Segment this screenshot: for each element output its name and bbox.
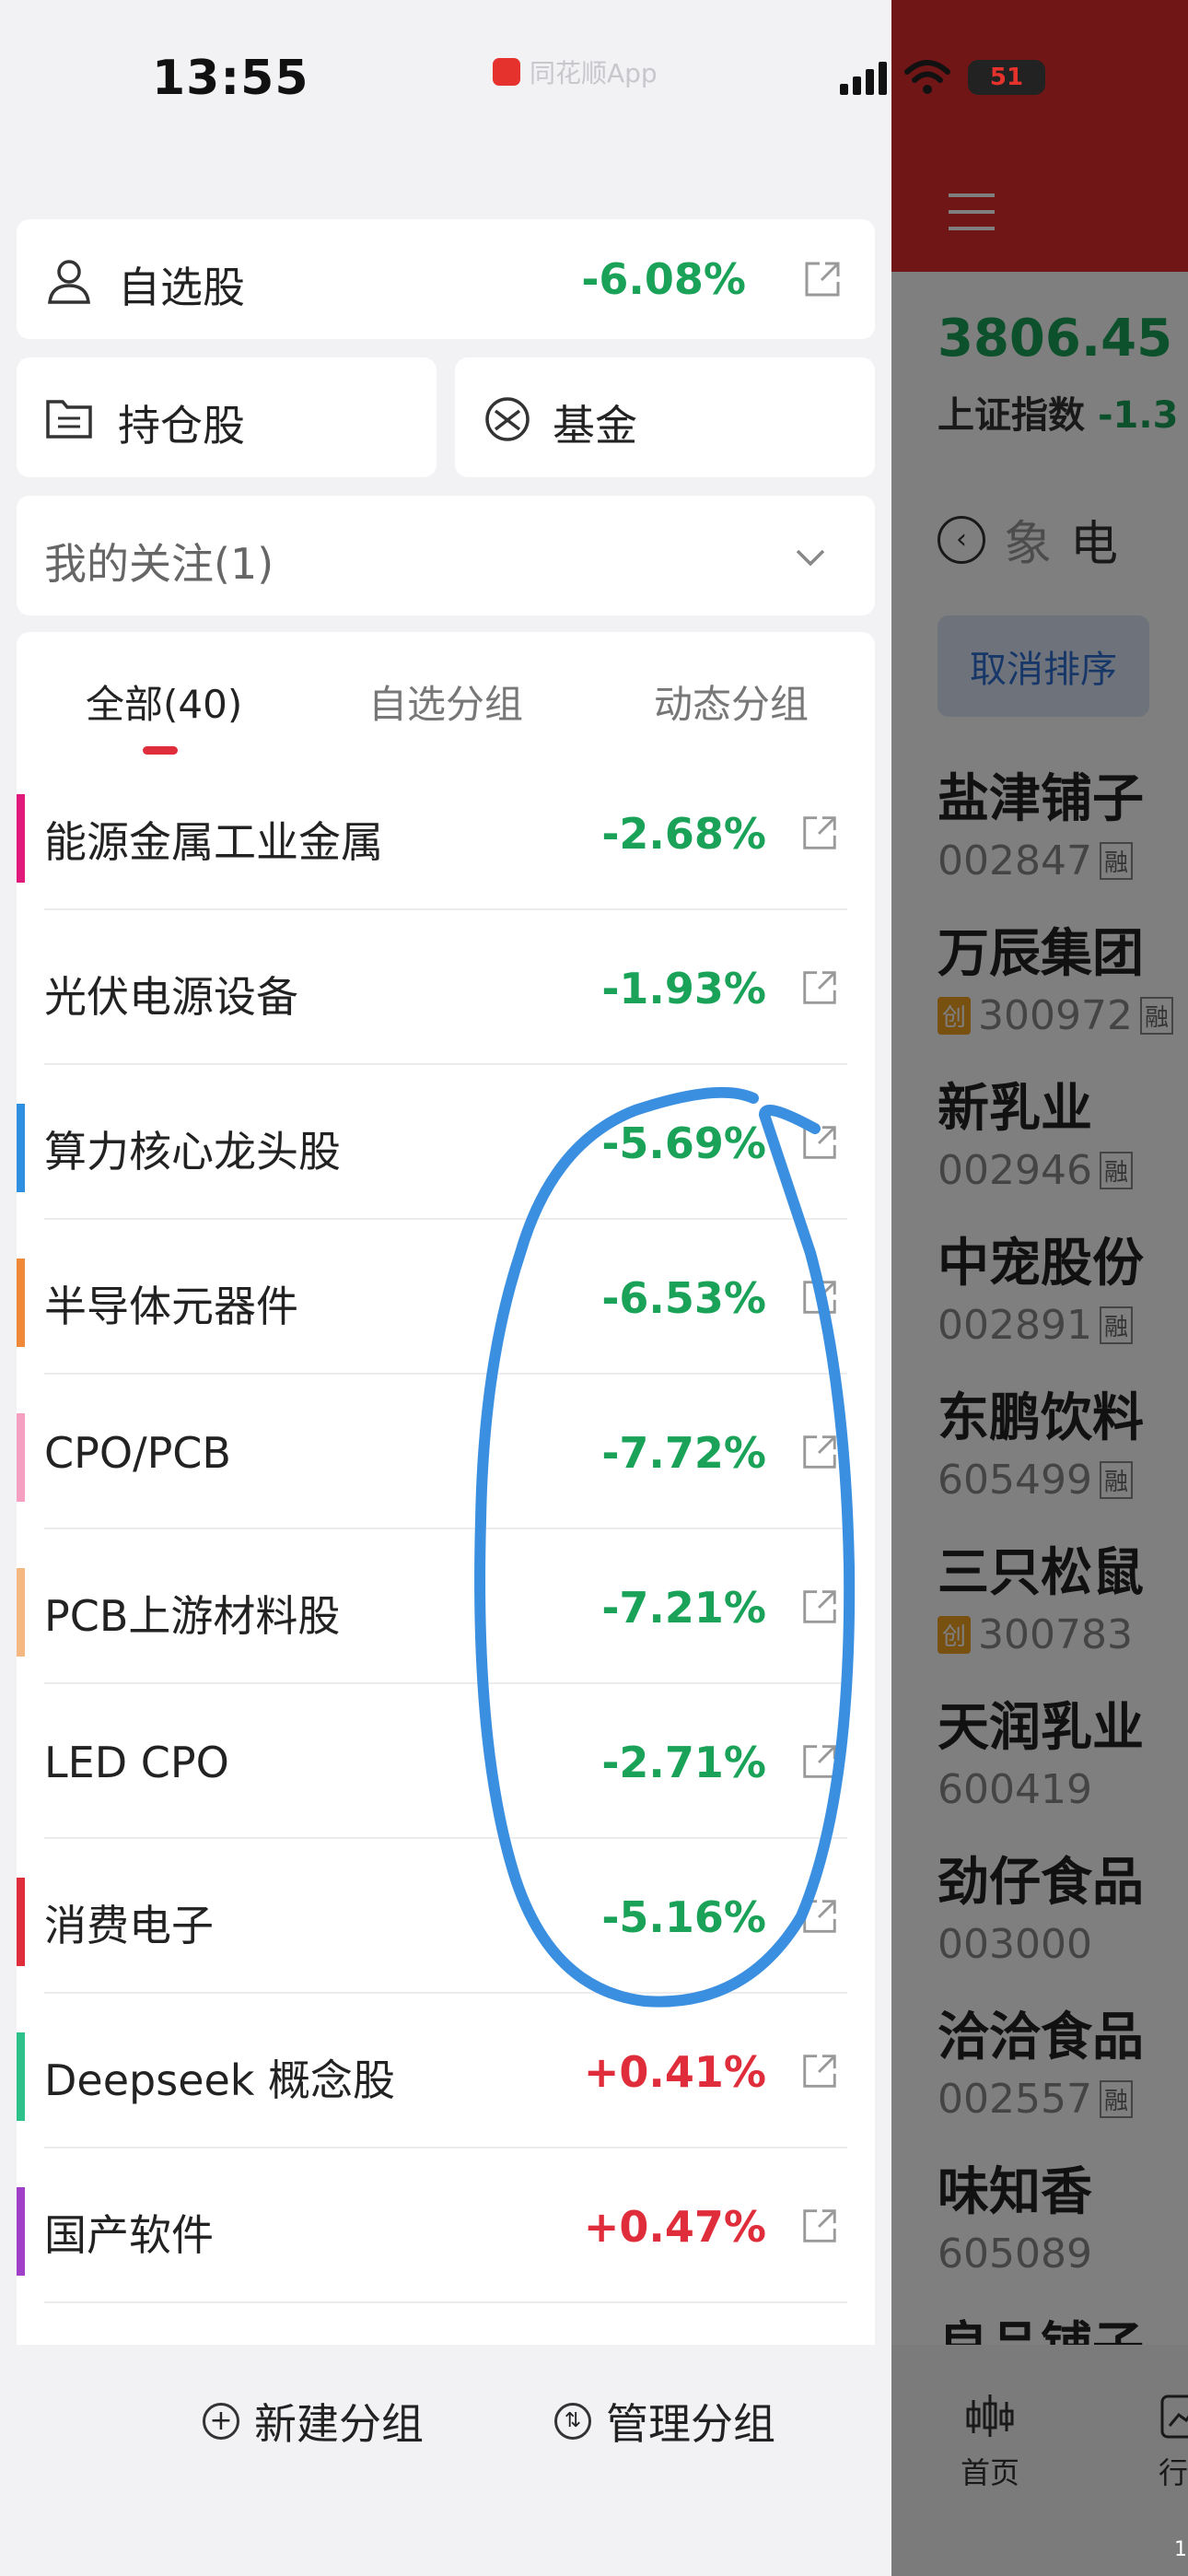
external-link-icon[interactable] (799, 2206, 840, 2246)
holdings-button[interactable]: 持仓股 (17, 357, 437, 477)
system-icons: 51 (840, 59, 1045, 96)
folder-icon (46, 400, 92, 439)
group-name: 算力核心龙头股 (44, 1127, 341, 1177)
holdings-label: 持仓股 (118, 401, 245, 451)
group-color-bar (17, 1878, 25, 1966)
active-tab-indicator (143, 746, 178, 755)
external-link-icon[interactable] (799, 2051, 840, 2091)
group-color-bar (17, 1723, 25, 1811)
group-color-bar (17, 1104, 25, 1192)
group-row[interactable]: 国产软件 +0.47% (17, 2149, 875, 2303)
group-row[interactable]: CPO/PCB -7.72% (17, 1375, 875, 1529)
external-link-icon[interactable] (801, 258, 844, 300)
group-color-bar (17, 1568, 25, 1657)
group-row[interactable]: LED CPO -2.71% (17, 1684, 875, 1839)
group-color-bar (17, 949, 25, 1037)
tab-all[interactable]: 全部(40) (86, 673, 242, 730)
my-follow-row[interactable]: 我的关注(1) (17, 496, 875, 615)
chevron-down-icon[interactable] (792, 540, 829, 573)
app-logo-icon (493, 58, 520, 86)
wifi-icon (904, 60, 950, 94)
return-to-app[interactable]: 同花顺App (493, 53, 658, 90)
group-change: -7.72% (601, 1428, 766, 1478)
manage-circle-icon: ⇅ (554, 2403, 591, 2440)
group-change: +0.41% (583, 2047, 766, 2097)
watchlist-row[interactable]: 自选股 -6.08% (17, 219, 875, 339)
group-change: -2.71% (601, 1738, 766, 1787)
group-name: 国产软件 (44, 2210, 214, 2260)
group-name: PCB上游材料股 (44, 1591, 341, 1641)
group-row[interactable]: 光伏电源设备 -1.93% (17, 910, 875, 1065)
external-link-icon[interactable] (799, 1277, 840, 1317)
row-divider (44, 2301, 847, 2303)
new-group-button[interactable]: + 新建分组 (203, 2391, 424, 2452)
group-row[interactable]: 消费电子 -5.16% (17, 1839, 875, 1994)
group-row[interactable]: 能源金属工业金属 -2.68% (17, 755, 875, 910)
group-change: -2.68% (601, 809, 766, 859)
group-row[interactable]: PCB上游材料股 -7.21% (17, 1529, 875, 1684)
group-name: 半导体元器件 (44, 1282, 298, 1331)
group-name: LED CPO (44, 1738, 229, 1787)
external-link-icon[interactable] (799, 1432, 840, 1472)
group-change: -6.53% (601, 1273, 766, 1323)
battery-icon: 51 (968, 60, 1045, 95)
external-link-icon[interactable] (799, 1122, 840, 1163)
group-row[interactable]: 半导体元器件 -6.53% (17, 1220, 875, 1375)
group-change: -7.21% (601, 1583, 766, 1633)
fund-button[interactable]: 基金 (455, 357, 875, 477)
group-name: 能源金属工业金属 (44, 817, 383, 867)
external-link-icon[interactable] (799, 967, 840, 1008)
my-follow-label: 我的关注(1) (44, 539, 274, 589)
group-name: CPO/PCB (44, 1428, 231, 1478)
tab-dynamic-groups[interactable]: 动态分组 (654, 673, 809, 730)
page-indicator: 1 (1174, 2538, 1187, 2561)
plus-circle-icon: + (203, 2403, 239, 2440)
group-color-bar (17, 1413, 25, 1502)
drawer-overlay-scrim[interactable] (891, 0, 1188, 2576)
group-tabs: 全部(40) 自选分组 动态分组 (17, 632, 875, 756)
group-color-bar (17, 2032, 25, 2121)
external-link-icon[interactable] (799, 1587, 840, 1627)
group-change: -5.16% (601, 1892, 766, 1942)
watchlist-drawer: 13:55 同花顺App 51 自选股 -6.08% 持仓股 基金 我的关注(1… (0, 0, 1045, 2576)
group-name: 消费电子 (44, 1901, 214, 1950)
group-row[interactable]: Deepseek 概念股 +0.41% (17, 1994, 875, 2149)
status-time: 13:55 (152, 51, 309, 106)
group-color-bar (17, 2187, 25, 2276)
external-link-icon[interactable] (799, 813, 840, 853)
group-color-bar (17, 1259, 25, 1347)
fund-label: 基金 (553, 401, 637, 451)
fund-icon (485, 397, 530, 441)
group-color-bar (17, 794, 25, 883)
cellular-signal-icon (840, 60, 887, 95)
watchlist-change: -6.08% (581, 254, 746, 304)
watchlist-label: 自选股 (118, 263, 245, 312)
status-bar: 13:55 同花顺App 51 (0, 0, 1045, 147)
external-link-icon[interactable] (799, 1896, 840, 1937)
tab-custom-groups[interactable]: 自选分组 (368, 673, 523, 730)
group-change: -5.69% (601, 1118, 766, 1168)
group-row[interactable]: 算力核心龙头股 -5.69% (17, 1065, 875, 1220)
group-name: Deepseek 概念股 (44, 2055, 396, 2105)
group-list[interactable]: 能源金属工业金属 -2.68% 光伏电源设备 -1.93% 算力核心龙头股 -5.69% 半… (17, 755, 875, 2345)
source-app-label: 同花顺App (530, 58, 658, 88)
user-icon (48, 260, 90, 304)
group-change: -1.93% (601, 964, 766, 1013)
group-name: 光伏电源设备 (44, 972, 298, 1022)
bottom-actions: + 新建分组 ⇅ 管理分组 (0, 2345, 891, 2576)
external-link-icon[interactable] (799, 1741, 840, 1782)
group-change: +0.47% (583, 2202, 766, 2252)
manage-group-button[interactable]: ⇅ 管理分组 (554, 2391, 775, 2452)
